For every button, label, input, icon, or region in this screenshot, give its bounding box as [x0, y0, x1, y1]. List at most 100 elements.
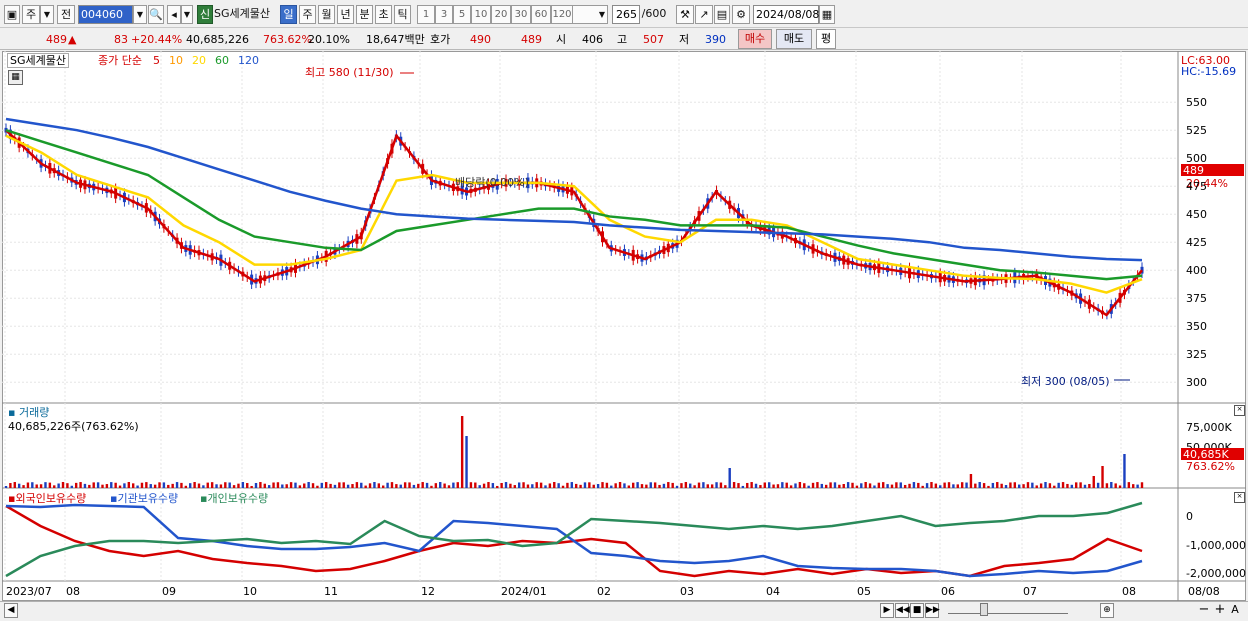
zoom-in-icon[interactable]: +: [1214, 603, 1226, 618]
gear-icon[interactable]: ⚙: [732, 5, 750, 24]
volume-bar: [939, 485, 942, 488]
tab-period-0[interactable]: 일: [280, 5, 297, 24]
interval-10-button[interactable]: 10: [471, 5, 491, 24]
sell-button[interactable]: 매도: [776, 29, 812, 49]
x-axis-label-1: 08: [66, 585, 80, 598]
buy-button[interactable]: 매수: [738, 29, 772, 49]
volume-bar: [912, 482, 916, 488]
avg-button[interactable]: 평: [816, 29, 836, 49]
indicator-icon[interactable]: ⚒: [676, 5, 694, 24]
auto-scale-icon[interactable]: A: [1229, 603, 1241, 618]
volume-bar: [680, 483, 683, 488]
ma-legend-120[interactable]: 120: [238, 54, 259, 67]
interval-3-button[interactable]: 3: [435, 5, 453, 24]
x-axis-label-3: 10: [243, 585, 257, 598]
volume-bar: [189, 483, 192, 488]
zoom-out-icon[interactable]: −: [1198, 603, 1210, 618]
price-panel-name[interactable]: SG세계물산: [7, 53, 69, 68]
volume-bar: [697, 482, 701, 488]
volume-bar: [522, 482, 525, 488]
volume-bar: [864, 482, 867, 488]
volume-bar: [1114, 483, 1117, 488]
volume-bar: [136, 485, 139, 488]
turnover-value: 20.10%: [308, 33, 350, 46]
volume-bar: [1079, 482, 1082, 488]
speaker-dropdown-icon[interactable]: ▼: [181, 5, 193, 24]
chart-svg[interactable]: [2, 51, 1246, 601]
price-y-tick-400: 400: [1186, 264, 1207, 278]
interval-60-button[interactable]: 60: [531, 5, 551, 24]
stop-icon[interactable]: ■: [910, 603, 924, 618]
tab-period-5[interactable]: 초: [375, 5, 392, 24]
holding-panel-close-icon[interactable]: ×: [1234, 492, 1245, 503]
interval-1-button[interactable]: 1: [417, 5, 435, 24]
institution-holding-line: [5, 503, 1143, 578]
volume-bar: [9, 483, 12, 488]
ma-legend-10[interactable]: 10: [169, 54, 183, 67]
x-axis-label-8: 03: [680, 585, 694, 598]
volume-bar: [496, 485, 499, 488]
volume-bar: [377, 483, 381, 488]
date-input[interactable]: 2024/08/08: [753, 5, 819, 24]
tab-period-1[interactable]: 주: [299, 5, 316, 24]
count-input[interactable]: 265: [612, 5, 640, 24]
interval-dropdown[interactable]: ▼: [572, 5, 608, 24]
calendar-icon[interactable]: ▦: [819, 5, 835, 24]
code-dropdown-icon[interactable]: ▼: [133, 5, 147, 24]
save-icon[interactable]: ▤: [714, 5, 730, 24]
volume-bar: [724, 485, 727, 488]
scroll-right-icon[interactable]: ▶: [880, 603, 894, 618]
window-menu-icon[interactable]: ▣: [4, 5, 20, 24]
volume-bar: [382, 485, 385, 488]
ma-legend-prefix[interactable]: 종가 단순: [98, 54, 142, 67]
speaker-icon[interactable]: ◂: [167, 5, 181, 24]
volume-bar: [386, 482, 389, 488]
volume-bar: [728, 468, 731, 488]
market-dropdown-icon[interactable]: ▼: [40, 5, 54, 24]
volume-bar: [1101, 466, 1104, 488]
volume-bar: [1048, 483, 1052, 488]
prev-button[interactable]: 전: [57, 5, 75, 24]
volume-bar: [241, 482, 245, 488]
tab-period-2[interactable]: 월: [318, 5, 335, 24]
tab-period-6[interactable]: 틱: [394, 5, 411, 24]
volume-bar: [868, 483, 872, 488]
interval-5-button[interactable]: 5: [453, 5, 471, 24]
volume-bar: [908, 483, 911, 488]
zoom-slider[interactable]: [948, 606, 1068, 614]
volume-panel-close-icon[interactable]: ×: [1234, 405, 1245, 416]
price-y-tick-325: 325: [1186, 348, 1207, 362]
volume-bar: [811, 482, 815, 488]
volume-bar: [579, 484, 582, 488]
tab-period-3[interactable]: 년: [337, 5, 354, 24]
stock-code-input[interactable]: 004060: [78, 5, 133, 24]
volume-bar: [22, 485, 25, 488]
interval-120-button[interactable]: 120: [551, 5, 573, 24]
hc-value: HC:-15.69: [1181, 65, 1237, 78]
market-select[interactable]: 주: [22, 5, 40, 24]
tab-period-4[interactable]: 분: [356, 5, 373, 24]
ma-legend-20[interactable]: 20: [192, 54, 206, 67]
volume-bar: [991, 482, 995, 488]
grid-toggle-icon[interactable]: ▦: [8, 70, 23, 85]
signal-badge[interactable]: 신: [197, 5, 213, 24]
rewind-icon[interactable]: ◀◀: [895, 603, 910, 618]
draw-tools-icon[interactable]: ↗: [695, 5, 713, 24]
interval-30-button[interactable]: 30: [511, 5, 531, 24]
holding-legend-0[interactable]: ▪외국인보유수량: [8, 492, 86, 505]
volume-value: 40,685,226: [186, 33, 249, 46]
volume-bar: [996, 482, 999, 488]
search-icon[interactable]: 🔍: [148, 5, 164, 24]
ma-legend-5[interactable]: 5: [153, 54, 160, 67]
volume-bar: [1004, 485, 1008, 488]
zoom-tool-icon[interactable]: ⊕: [1100, 603, 1114, 618]
zoom-slider-handle[interactable]: [980, 603, 988, 616]
volume-bar: [583, 482, 587, 488]
scroll-left-icon[interactable]: ◀: [4, 603, 18, 618]
holding-legend-1[interactable]: ▪기관보유수량: [110, 492, 178, 505]
holding-legend-2[interactable]: ▪개인보유수량: [200, 492, 268, 505]
price-y-tick-375: 375: [1186, 292, 1207, 306]
ma-legend-60[interactable]: 60: [215, 54, 229, 67]
interval-20-button[interactable]: 20: [491, 5, 511, 24]
fast-forward-icon[interactable]: ▶▶: [925, 603, 940, 618]
